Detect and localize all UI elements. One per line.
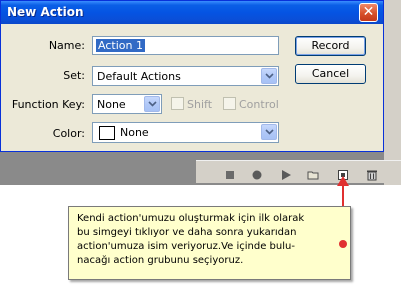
record-button[interactable]: Record	[295, 36, 366, 56]
color-dropdown[interactable]: None	[92, 122, 279, 143]
dialog-titlebar[interactable]: New Action ✕	[1, 1, 383, 24]
callout-text: Kendi action'umuzu oluşturmak için ilk o…	[77, 213, 305, 266]
new-set-folder-icon[interactable]	[307, 166, 319, 180]
play-icon[interactable]	[280, 166, 292, 180]
stop-icon[interactable]	[224, 166, 236, 179]
name-label: Name:	[48, 39, 85, 52]
control-label: Control	[239, 98, 279, 111]
color-label: Color:	[52, 127, 85, 140]
color-dropdown-value: None	[120, 126, 149, 139]
chevron-down-icon[interactable]	[144, 96, 160, 112]
function-key-value: None	[97, 98, 126, 111]
callout-note: Kendi action'umuzu oluşturmak için ilk o…	[68, 206, 351, 280]
shift-label: Shift	[187, 98, 213, 111]
color-swatch	[99, 126, 115, 140]
set-label: Set:	[63, 69, 85, 82]
record-icon[interactable]	[251, 166, 263, 180]
function-key-label: Function Key:	[11, 98, 85, 111]
shift-checkbox[interactable]	[171, 97, 184, 110]
name-input[interactable]: Action 1	[92, 36, 279, 55]
panel-scroll-strip	[384, 0, 401, 185]
set-dropdown[interactable]: Default Actions	[92, 66, 279, 86]
cancel-button[interactable]: Cancel	[295, 64, 366, 84]
name-input-value: Action 1	[96, 39, 145, 52]
new-action-dialog: New Action ✕ Name: Action 1 Set: Default…	[0, 0, 384, 152]
dialog-title: New Action	[7, 5, 84, 19]
control-checkbox[interactable]	[223, 97, 236, 110]
callout-pointer-dot	[339, 240, 347, 248]
chevron-down-icon[interactable]	[261, 68, 277, 84]
close-icon[interactable]: ✕	[359, 3, 378, 22]
function-key-dropdown[interactable]: None	[92, 94, 162, 114]
trash-icon[interactable]	[366, 166, 378, 181]
set-dropdown-value: Default Actions	[97, 70, 181, 83]
chevron-down-icon[interactable]	[261, 124, 277, 140]
actions-panel-toolbar	[196, 160, 401, 183]
